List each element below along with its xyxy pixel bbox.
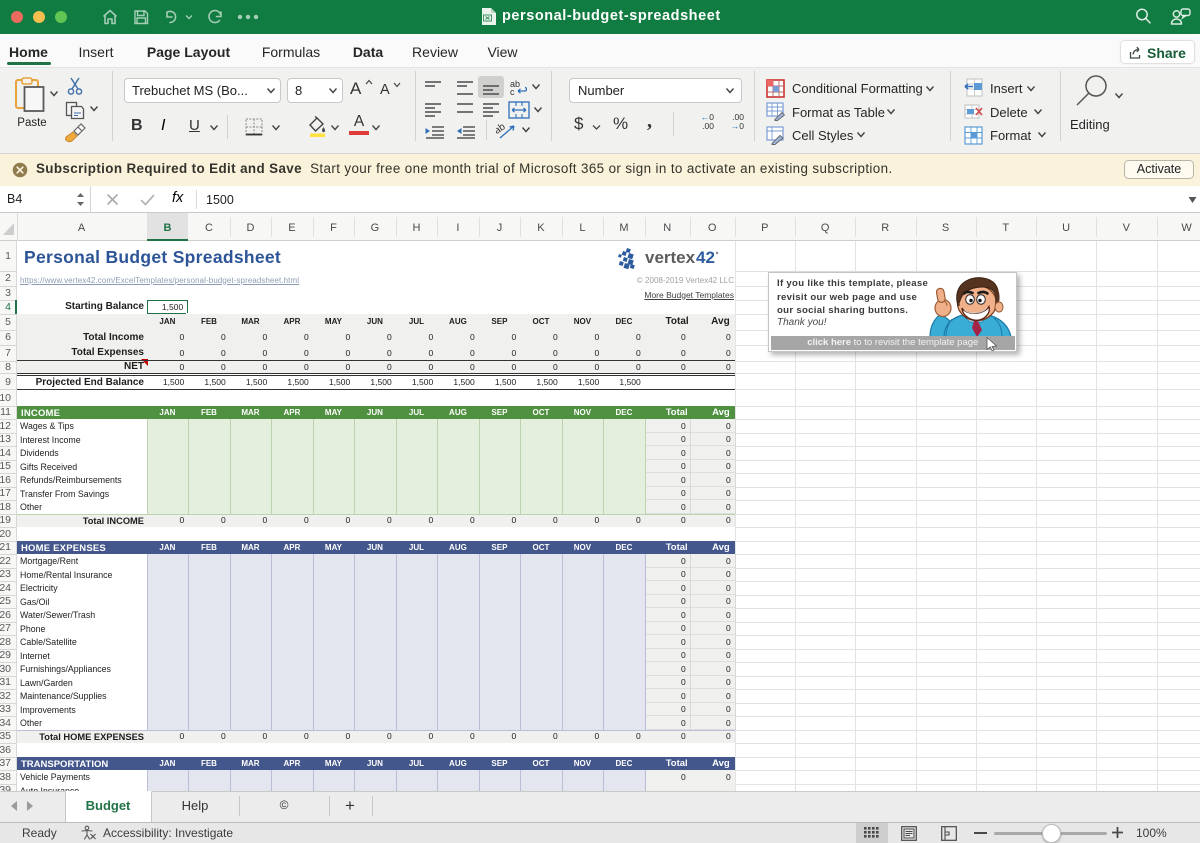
svg-text:42: 42 (696, 248, 715, 267)
svg-text:vertex: vertex (645, 248, 696, 267)
svg-text:c: c (510, 87, 515, 96)
svg-text:ab: ab (496, 121, 508, 137)
